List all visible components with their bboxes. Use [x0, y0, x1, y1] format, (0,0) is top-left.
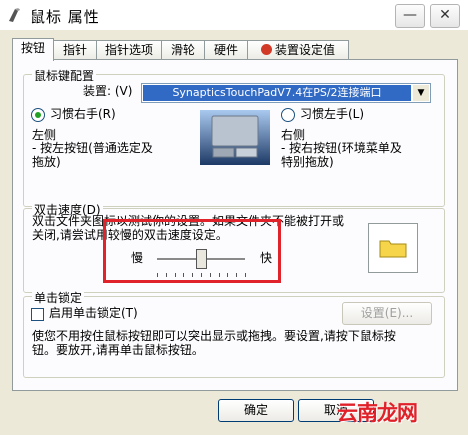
- ok-button[interactable]: 确定: [218, 399, 294, 422]
- speed-slider-ticks: [157, 273, 246, 278]
- window-title: 鼠标 属性: [30, 8, 100, 26]
- slider-tick: [245, 273, 246, 277]
- touchpad-image: [200, 110, 270, 165]
- right-desc-2: 特别拖放): [281, 155, 334, 169]
- watermark: 云南龙网: [337, 401, 418, 425]
- right-hand-label[interactable]: 习惯右手(R): [50, 107, 116, 122]
- click-lock-desc-2: 钮。要放开,请再单击鼠标按钮。: [32, 343, 204, 357]
- device-label: 装置: (V): [83, 84, 133, 98]
- slider-tick: [183, 273, 185, 277]
- title-bar[interactable]: 鼠标 属性 — ✕: [0, 0, 468, 30]
- mouse-properties-window: 鼠标 属性 — ✕ 按钮 指针 指针选项 滑轮 硬件 装置设定值 鼠标键配置 装…: [0, 0, 468, 435]
- test-folder[interactable]: [368, 223, 418, 273]
- tab-buttons[interactable]: 按钮: [12, 38, 54, 61]
- folder-icon: [379, 240, 407, 258]
- touchpad-illustration: [211, 115, 259, 158]
- left-desc-1: - 按左按钮(普通选定及: [32, 141, 153, 155]
- tab-hardware[interactable]: 硬件: [204, 40, 248, 60]
- right-hand-radio[interactable]: [31, 108, 45, 122]
- tab-device-settings-label: 装置设定值: [274, 43, 335, 57]
- slider-tick: [218, 273, 220, 277]
- synaptics-icon: [260, 44, 272, 55]
- slider-tick: [157, 273, 158, 277]
- slider-tick: [201, 273, 202, 277]
- tab-device-settings[interactable]: 装置设定值: [247, 40, 349, 60]
- click-lock-title: 单击锁定: [32, 289, 85, 306]
- tab-wheel[interactable]: 滑轮: [161, 40, 205, 60]
- click-lock-label[interactable]: 启用单击锁定(T): [49, 306, 138, 321]
- slider-tick: [174, 273, 176, 277]
- fast-label: 快: [260, 251, 273, 265]
- button-config-title: 鼠标键配置: [32, 67, 97, 84]
- click-lock-checkbox[interactable]: [31, 308, 44, 321]
- left-desc-2: 拖放): [32, 155, 61, 169]
- slider-tick: [192, 273, 194, 277]
- left-hand-label[interactable]: 习惯左手(L): [300, 107, 364, 122]
- click-lock-desc-1: 使您不用按住鼠标按钮即可以突出显示或拖拽。要设置,请按下鼠标按: [32, 329, 396, 343]
- slider-tick: [209, 273, 211, 277]
- speed-slider-thumb[interactable]: [196, 249, 207, 269]
- close-button[interactable]: ✕: [430, 4, 460, 28]
- right-desc-1: - 按右按钮(环境菜单及: [281, 141, 402, 155]
- left-hand-radio[interactable]: [281, 108, 295, 122]
- device-select-value: SynapticsTouchPadV7.4在PS/2连接端口: [143, 85, 411, 101]
- slow-label: 慢: [131, 251, 144, 265]
- slider-tick: [165, 273, 167, 277]
- slider-tick: [227, 273, 229, 277]
- mouse-icon: [9, 8, 20, 22]
- tab-pointer-options[interactable]: 指针选项: [96, 40, 162, 60]
- click-lock-settings-button[interactable]: 设置(E)...: [342, 302, 432, 325]
- device-select[interactable]: SynapticsTouchPadV7.4在PS/2连接端口 ▼: [141, 83, 431, 103]
- slider-tick: [236, 273, 238, 277]
- tab-pointers[interactable]: 指针: [53, 40, 97, 60]
- chevron-down-icon[interactable]: ▼: [413, 85, 429, 101]
- minimize-button[interactable]: —: [395, 4, 425, 28]
